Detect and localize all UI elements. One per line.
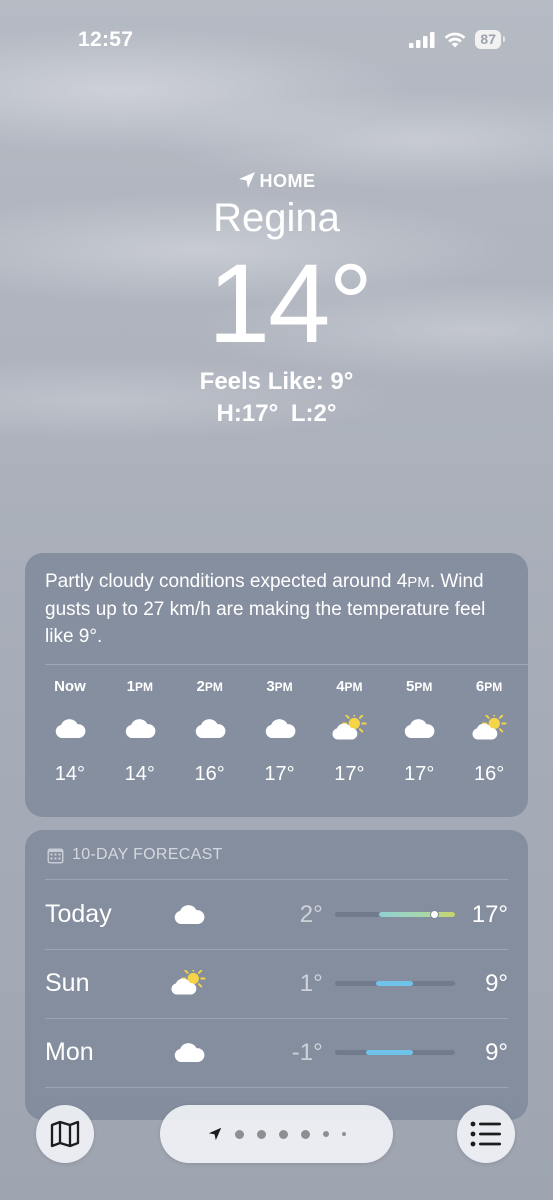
battery-indicator: 87 [475, 30, 505, 49]
forecast-day: Today [45, 900, 112, 928]
hour-item: Now 14° [35, 678, 105, 786]
status-indicators: 87 [409, 30, 505, 49]
temperature-range-bar [334, 981, 456, 986]
hour-temperature: 16° [194, 763, 225, 785]
map-icon [50, 1120, 80, 1148]
hour-label: 5PM [406, 678, 433, 695]
cloud-icon [404, 718, 435, 738]
forecast-low: 1° [299, 969, 323, 997]
partly-sunny-icon [332, 714, 367, 740]
hour-temperature: 17° [404, 763, 435, 785]
hour-item: 1PM 14° [105, 678, 175, 786]
hour-label: 2PM [196, 678, 223, 695]
range-fill [379, 912, 456, 917]
hour-label: 4PM [336, 678, 363, 695]
hour-label: 6PM [475, 678, 503, 695]
hour-temperature: 14° [124, 763, 155, 785]
range-fill [366, 1050, 414, 1055]
page-dot[interactable] [234, 1129, 244, 1139]
calendar-icon [47, 848, 64, 863]
hourly-list[interactable]: Now 14° 1PM 14° 2PM 16° 3PM 17° 4PM 17° 5PM 17° 6PM 1… [35, 678, 524, 786]
feels-like: Feels Like: 9° [199, 368, 354, 395]
hour-label: 1PM [126, 678, 153, 695]
map-button[interactable] [36, 1105, 94, 1163]
cloud-icon [174, 1043, 205, 1062]
partly-sunny-icon [171, 970, 206, 995]
forecast-day: Sun [45, 969, 90, 997]
cloud-icon [125, 718, 156, 738]
temperature-range-bar [334, 910, 456, 919]
forecast-low: 2° [299, 900, 323, 928]
hour-label: 3PM [266, 678, 293, 695]
hour-temperature: 17° [264, 763, 295, 785]
forecast-day: Mon [45, 1038, 94, 1066]
status-time: 12:57 [78, 28, 134, 51]
location-list-button[interactable] [457, 1105, 515, 1163]
high-low: H:17° L:2° [216, 400, 337, 427]
hour-label: Now [54, 678, 86, 695]
ten-day-forecast-card[interactable]: 10-DAY FORECAST Today 2° 17° Sun 1° 9° Mon -1° 9… [25, 830, 528, 1120]
temperature-range-bar [334, 1050, 456, 1055]
divider [45, 1087, 508, 1088]
location-label: HOME [0, 171, 553, 192]
location-pager[interactable] [160, 1105, 393, 1163]
location-arrow-icon [238, 172, 255, 188]
forecast-low: -1° [291, 1038, 323, 1066]
cloud-icon [195, 718, 226, 738]
hour-item: 3PM 17° [245, 678, 315, 786]
hour-item: 6PM 16° [454, 678, 524, 786]
hour-item: 2PM 16° [175, 678, 245, 786]
range-fill [375, 981, 414, 986]
forecast-high: 9° [485, 969, 509, 997]
page-dot[interactable] [300, 1129, 310, 1139]
current-location-icon[interactable] [208, 1127, 222, 1141]
current-temperature: 14° [207, 241, 373, 366]
forecast-high: 17° [471, 900, 509, 928]
forecast-row[interactable]: Today 2° 17° [45, 880, 508, 949]
page-dot[interactable] [322, 1131, 329, 1137]
current-temp-marker [430, 910, 440, 919]
conditions-summary: Partly cloudy conditions expected around… [45, 571, 486, 647]
hour-temperature: 14° [54, 763, 86, 785]
cloud-icon [265, 718, 295, 738]
hour-temperature: 17° [334, 763, 365, 785]
page-dot[interactable] [278, 1129, 288, 1139]
forecast-row[interactable]: Sun 1° 9° [45, 949, 508, 1018]
forecast-row[interactable]: Mon -1° 9° [45, 1018, 508, 1087]
divider [45, 664, 528, 665]
wifi-icon [445, 32, 466, 48]
page-dot[interactable] [256, 1129, 266, 1139]
cloud-icon [55, 718, 86, 738]
city-name: Regina [213, 196, 340, 240]
location-label-text: HOME [259, 171, 316, 191]
hour-item: 4PM 17° [314, 678, 384, 786]
page-dot[interactable] [341, 1132, 346, 1136]
hourly-forecast-card[interactable]: Partly cloudy conditions expected around… [25, 553, 528, 817]
partly-sunny-icon [471, 714, 507, 740]
cloud-icon [174, 905, 205, 924]
forecast-high: 9° [485, 1038, 509, 1066]
signal-icon [409, 31, 435, 48]
forecast-header: 10-DAY FORECAST [47, 846, 223, 864]
list-icon [470, 1121, 501, 1147]
hour-item: 5PM 17° [384, 678, 454, 786]
hour-temperature: 16° [473, 763, 505, 785]
forecast-title: 10-DAY FORECAST [72, 846, 223, 863]
